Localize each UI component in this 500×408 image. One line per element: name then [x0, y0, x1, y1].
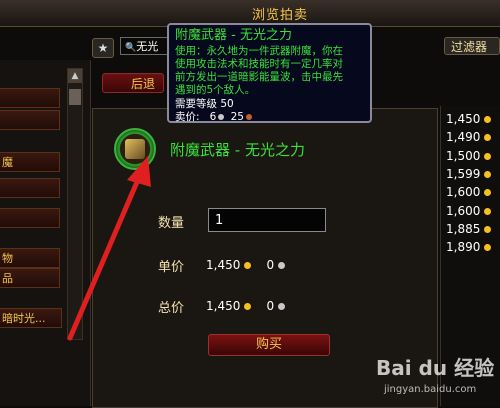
category-item[interactable]: 品	[0, 268, 60, 288]
silver-coin-icon	[277, 262, 285, 269]
copper-coin-icon	[245, 114, 252, 120]
gold-coin-icon	[484, 116, 492, 123]
item-tooltip: 附魔武器 - 无光之力 使用：永久地为一件武器附魔，你在 使用攻击法术和技能时有…	[167, 23, 372, 123]
tooltip-sell-price: 卖价: 6 25	[175, 111, 364, 124]
buy-button[interactable]: 购买	[208, 334, 330, 356]
item-name: 附魔武器 - 无光之力	[170, 141, 305, 159]
price-list-row[interactable]: 1,600	[446, 202, 496, 220]
price-list-row[interactable]: 1,490	[446, 128, 496, 146]
gold-coin-icon	[484, 189, 492, 196]
price-list-row[interactable]: 1,890	[446, 238, 496, 256]
category-scrollbar[interactable]: ▲	[67, 68, 83, 340]
unit-price: 1,450 0	[206, 258, 285, 272]
tooltip-use-line: 使用：永久地为一件武器附魔，你在	[175, 45, 343, 57]
price-list-row[interactable]: 1,500	[446, 147, 496, 165]
quantity-label: 数量	[158, 216, 185, 231]
gold-coin-icon	[484, 134, 492, 141]
tooltip-use-line: 前方发出一道暗影能量波，击中最先	[175, 71, 343, 83]
quantity-input[interactable]: 1	[208, 208, 326, 232]
tooltip-item-name: 附魔武器 - 无光之力	[175, 28, 292, 43]
total-price-label: 总价	[158, 301, 185, 316]
gold-coin-icon	[484, 244, 492, 251]
category-item[interactable]	[0, 208, 60, 228]
price-list-row[interactable]: 1,599	[446, 165, 496, 183]
price-list-row[interactable]: 1,600	[446, 183, 496, 201]
price-list-row[interactable]: 1,885	[446, 220, 496, 238]
star-icon: ★	[97, 41, 109, 55]
silver-coin-icon	[218, 114, 225, 120]
gold-coin-icon	[484, 226, 492, 233]
total-price: 1,450 0	[206, 299, 285, 313]
enchant-scroll-icon	[125, 139, 145, 159]
gold-coin-icon	[484, 171, 492, 178]
search-icon: 🔍	[125, 43, 137, 53]
search-input[interactable]: 🔍无光	[120, 37, 170, 55]
item-icon[interactable]	[114, 128, 156, 170]
silver-coin-icon	[277, 303, 285, 310]
window-title: 浏览拍卖	[251, 8, 308, 23]
category-item[interactable]: 魔	[0, 152, 60, 172]
price-list-row[interactable]: 1,450	[446, 110, 496, 128]
tooltip-level-requirement: 需要等级 50	[175, 98, 234, 110]
category-item-selected[interactable]: 暗时光...	[0, 308, 62, 328]
favorite-button[interactable]: ★	[92, 38, 114, 58]
unit-price-label: 单价	[158, 260, 185, 275]
gold-coin-icon	[244, 303, 252, 310]
gold-coin-icon	[484, 153, 492, 160]
scroll-up-icon[interactable]: ▲	[68, 69, 82, 83]
category-item[interactable]	[0, 110, 60, 130]
tooltip-use-line: 使用攻击法术和技能时有一定几率对	[175, 58, 343, 70]
tooltip-use-line: 遇到的5个敌人。	[175, 84, 256, 96]
category-item[interactable]	[0, 88, 60, 108]
watermark-logo: Bai du 经验	[376, 356, 495, 380]
category-item[interactable]: 物	[0, 248, 60, 268]
filter-button[interactable]: 过滤器	[444, 37, 500, 55]
watermark-url: jingyan.baidu.com	[384, 384, 477, 395]
gold-coin-icon	[244, 262, 252, 269]
gold-coin-icon	[484, 208, 492, 215]
back-button[interactable]: 后退	[102, 73, 164, 93]
category-item[interactable]	[0, 178, 60, 198]
scroll-thumb[interactable]	[69, 89, 81, 105]
